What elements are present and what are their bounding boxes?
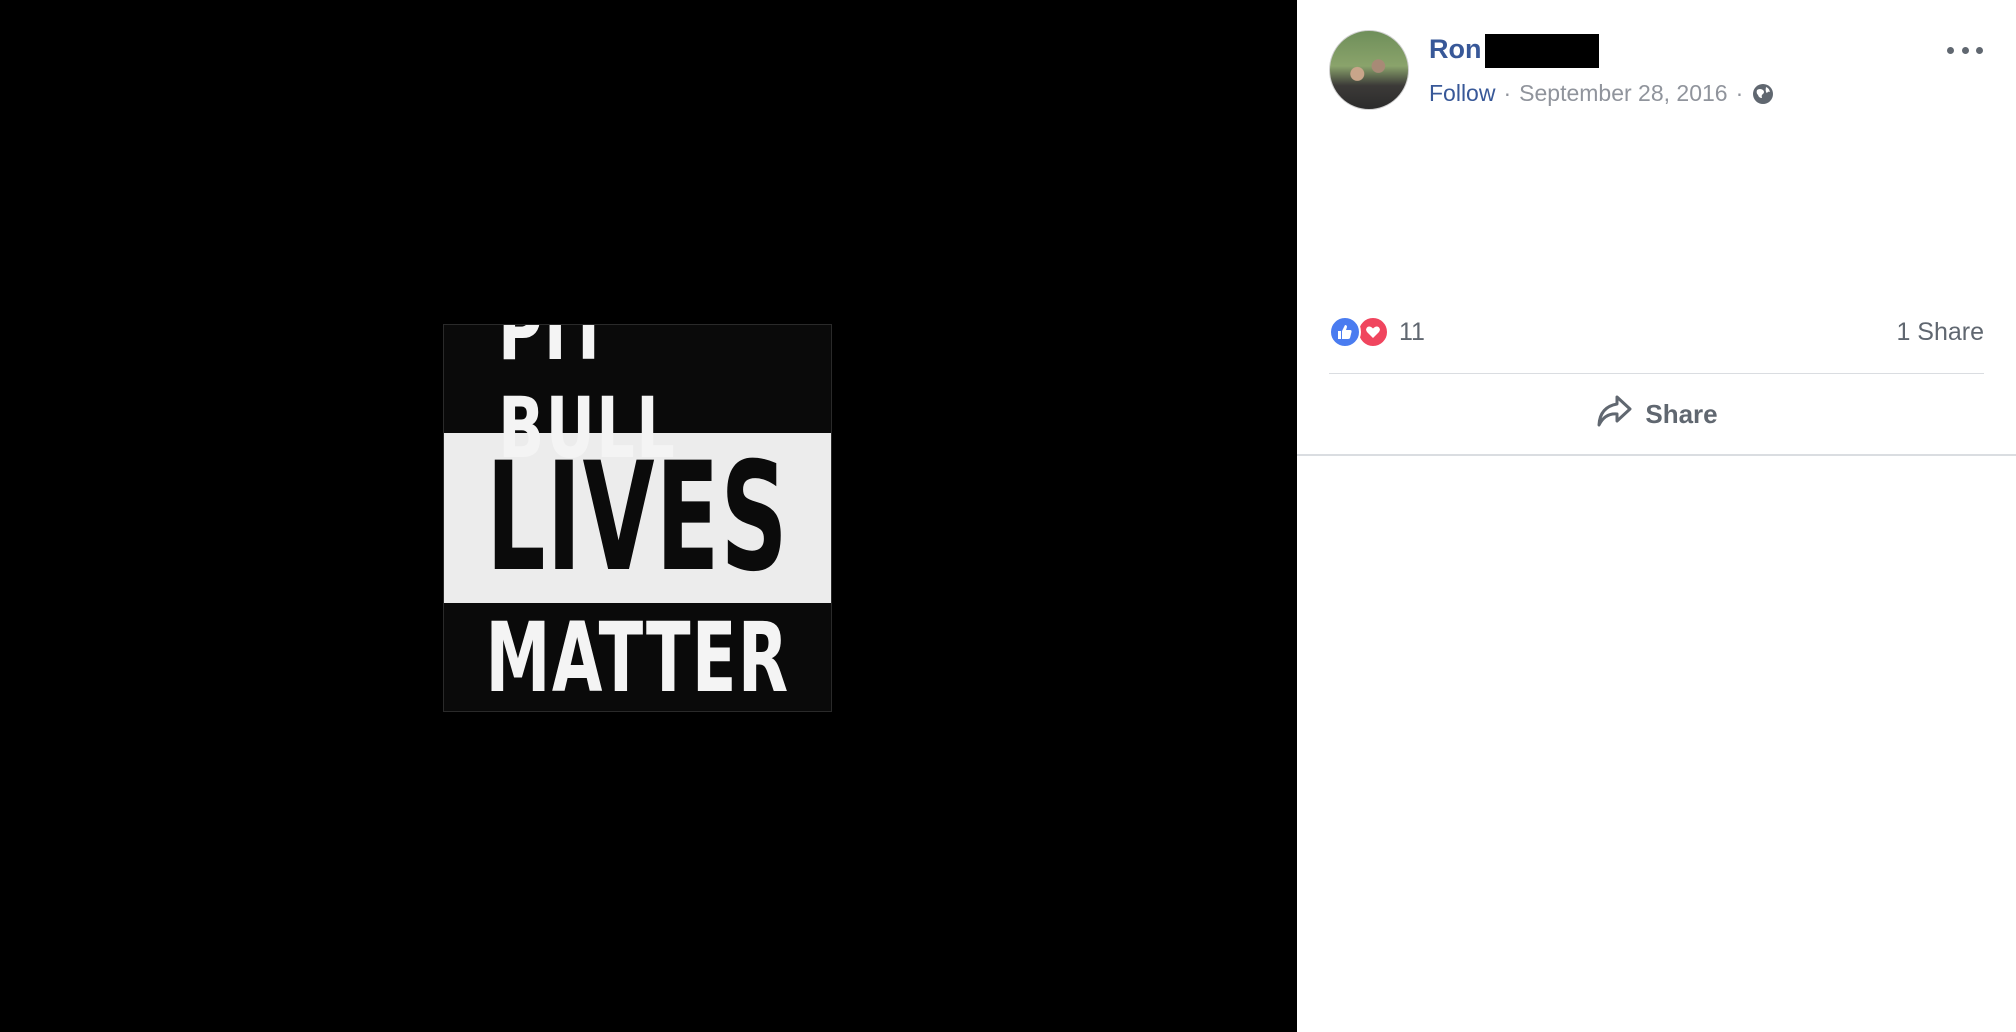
post-meta: Follow · September 28, 2016 · <box>1429 80 1775 107</box>
photo-viewer[interactable]: PIT BULL LIVES MATTER <box>0 0 1297 1032</box>
photo-text-line2: LIVES <box>486 431 789 605</box>
share-button[interactable]: Share <box>1329 384 1984 444</box>
divider <box>1329 373 1984 374</box>
meta-separator: · <box>1503 80 1512 106</box>
globe-icon <box>1751 82 1775 106</box>
reactions-summary[interactable]: 11 <box>1329 316 1425 348</box>
post-photo[interactable]: PIT BULL LIVES MATTER <box>443 324 832 712</box>
share-button-label: Share <box>1645 398 1718 429</box>
photo-text-line3: MATTER <box>485 602 790 712</box>
post-details-panel: Ron Follow · September 28, 2016 · 11 1 S… <box>1297 0 2016 1032</box>
avatar[interactable] <box>1329 30 1409 110</box>
author-name[interactable]: Ron <box>1429 34 1481 65</box>
meta-separator-2: · <box>1735 80 1744 106</box>
love-icon <box>1357 316 1389 348</box>
more-options-icon[interactable] <box>1947 38 1983 62</box>
like-icon <box>1329 316 1361 348</box>
share-arrow-icon <box>1595 394 1633 435</box>
follow-link[interactable]: Follow <box>1429 80 1495 107</box>
divider-bottom <box>1297 454 2016 456</box>
redacted-name-bar <box>1485 34 1599 68</box>
share-count[interactable]: 1 Share <box>1896 318 1984 347</box>
photo-text-line1: PIT BULL <box>498 324 677 477</box>
post-date[interactable]: September 28, 2016 <box>1519 80 1727 107</box>
reaction-count: 11 <box>1399 317 1425 346</box>
